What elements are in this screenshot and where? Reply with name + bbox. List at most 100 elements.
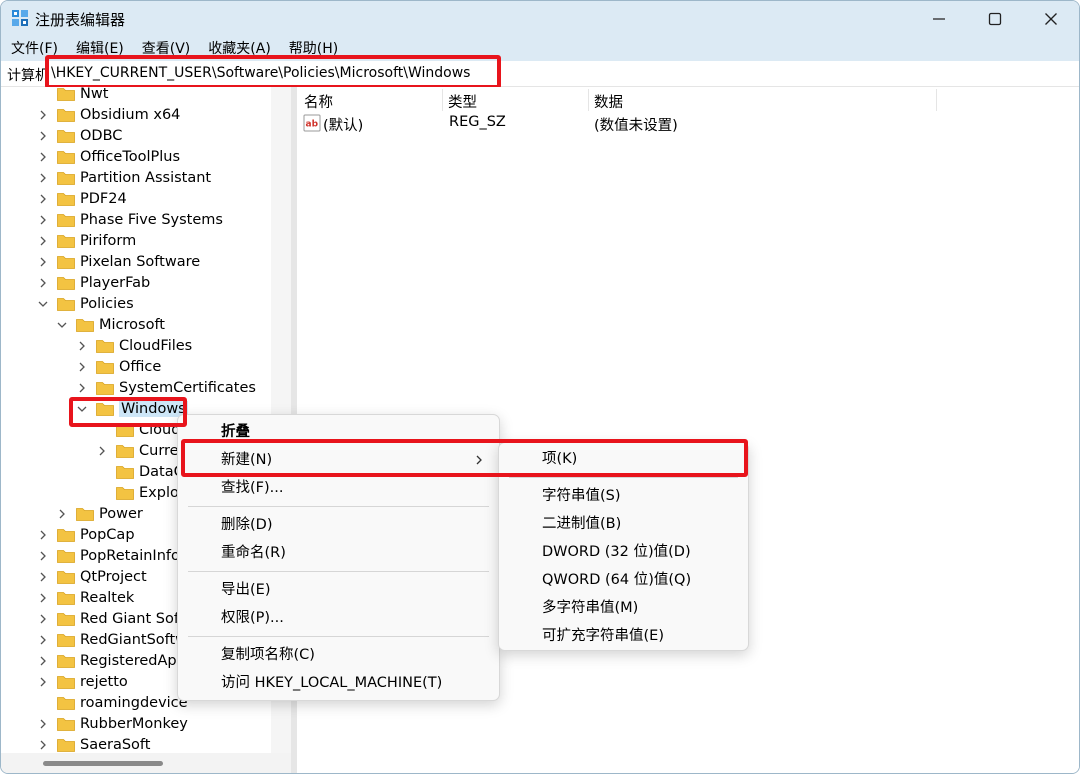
close-button[interactable] bbox=[1023, 1, 1079, 37]
menu-view[interactable]: 查看(V) bbox=[142, 37, 191, 61]
context-menu-item[interactable]: 访问 HKEY_LOCAL_MACHINE(T) bbox=[178, 669, 499, 697]
tree-item[interactable]: DataC bbox=[96, 461, 184, 482]
column-header-data[interactable]: 数据 bbox=[594, 91, 623, 112]
tree-item[interactable]: SaeraSoft bbox=[37, 734, 150, 753]
tree-item[interactable]: Currer bbox=[96, 440, 185, 461]
tree-item[interactable]: RegisteredApp bbox=[37, 650, 186, 671]
tree-item[interactable]: RubberMonkey bbox=[37, 713, 188, 734]
tree-item[interactable]: Piriform bbox=[37, 230, 136, 251]
tree-item[interactable]: PDF24 bbox=[37, 188, 127, 209]
context-menu-item[interactable]: 权限(P)... bbox=[178, 604, 499, 632]
chevron-down-icon[interactable] bbox=[56, 314, 68, 335]
tree-item[interactable]: PlayerFab bbox=[37, 272, 150, 293]
menu-favorites[interactable]: 收藏夹(A) bbox=[208, 37, 271, 61]
chevron-right-icon[interactable] bbox=[37, 671, 49, 692]
tree-item[interactable]: Red Giant Softw bbox=[37, 608, 196, 629]
tree-item[interactable]: Phase Five Systems bbox=[37, 209, 223, 230]
chevron-right-icon[interactable] bbox=[76, 356, 88, 377]
maximize-button[interactable] bbox=[967, 1, 1023, 37]
column-divider[interactable] bbox=[588, 89, 589, 111]
tree-item[interactable]: Realtek bbox=[37, 587, 134, 608]
chevron-right-icon[interactable] bbox=[76, 377, 88, 398]
tree-item[interactable]: Windows bbox=[76, 398, 188, 419]
submenu-item[interactable]: DWORD (32 位)值(D) bbox=[499, 538, 748, 566]
chevron-right-icon[interactable] bbox=[37, 587, 49, 608]
tree-item[interactable]: roamingdevice bbox=[37, 692, 188, 713]
tree-item[interactable]: Office bbox=[76, 356, 161, 377]
chevron-right-icon[interactable] bbox=[37, 230, 49, 251]
tree-item[interactable]: rejetto bbox=[37, 671, 128, 692]
window-title: 注册表编辑器 bbox=[35, 11, 126, 29]
chevron-right-icon[interactable] bbox=[37, 734, 49, 753]
column-header-type[interactable]: 类型 bbox=[448, 91, 477, 112]
tree-item-label: ODBC bbox=[80, 127, 123, 144]
submenu-item[interactable]: QWORD (64 位)值(Q) bbox=[499, 566, 748, 594]
context-menu-item[interactable]: 导出(E) bbox=[178, 576, 499, 604]
tree-horizontal-scrollbar[interactable] bbox=[1, 753, 291, 773]
chevron-right-icon[interactable] bbox=[37, 608, 49, 629]
chevron-right-icon[interactable] bbox=[37, 146, 49, 167]
tree-item[interactable]: CloudFiles bbox=[76, 335, 192, 356]
menu-edit[interactable]: 编辑(E) bbox=[76, 37, 124, 61]
column-divider[interactable] bbox=[936, 89, 937, 111]
chevron-right-icon[interactable] bbox=[37, 524, 49, 545]
tree-item[interactable]: SystemCertificates bbox=[76, 377, 256, 398]
tree-item-label: Microsoft bbox=[99, 316, 165, 333]
chevron-down-icon[interactable] bbox=[37, 293, 49, 314]
tree-item-label: SystemCertificates bbox=[119, 379, 256, 396]
submenu-item[interactable]: 可扩充字符串值(E) bbox=[499, 622, 748, 650]
tree-item[interactable]: Policies bbox=[37, 293, 134, 314]
chevron-right-icon[interactable] bbox=[37, 209, 49, 230]
chevron-right-icon[interactable] bbox=[37, 566, 49, 587]
tree-item[interactable]: Partition Assistant bbox=[37, 167, 211, 188]
context-menu-item[interactable]: 删除(D) bbox=[178, 511, 499, 539]
chevron-right-icon[interactable] bbox=[37, 713, 49, 734]
chevron-right-icon[interactable] bbox=[76, 335, 88, 356]
value-name[interactable]: (默认) bbox=[323, 114, 363, 135]
menu-help[interactable]: 帮助(H) bbox=[289, 37, 338, 61]
tree-item[interactable]: Pixelan Software bbox=[37, 251, 200, 272]
submenu-item[interactable]: 项(K) bbox=[499, 445, 748, 473]
chevron-right-icon[interactable] bbox=[37, 251, 49, 272]
scrollbar-thumb[interactable] bbox=[43, 761, 163, 766]
context-menu-item[interactable]: 查找(F)... bbox=[178, 474, 499, 502]
context-menu-item[interactable]: 复制项名称(C) bbox=[178, 641, 499, 669]
tree-item[interactable]: Power bbox=[56, 503, 143, 524]
tree-item[interactable]: OfficeToolPlus bbox=[37, 146, 180, 167]
menu-file[interactable]: 文件(F) bbox=[11, 37, 58, 61]
column-divider[interactable] bbox=[442, 89, 443, 111]
column-header-name[interactable]: 名称 bbox=[304, 91, 333, 112]
chevron-right-icon[interactable] bbox=[96, 440, 108, 461]
context-menu-item[interactable]: 折叠 bbox=[178, 418, 499, 446]
submenu-item[interactable]: 多字符串值(M) bbox=[499, 594, 748, 622]
tree-item[interactable]: QtProject bbox=[37, 566, 147, 587]
title-bar[interactable]: 注册表编辑器 bbox=[1, 1, 1079, 37]
chevron-right-icon[interactable] bbox=[37, 104, 49, 125]
tree-item[interactable]: PopCap bbox=[37, 524, 135, 545]
chevron-right-icon[interactable] bbox=[37, 545, 49, 566]
context-menu-item[interactable]: 新建(N) bbox=[178, 446, 499, 474]
chevron-right-icon[interactable] bbox=[37, 188, 49, 209]
address-bar[interactable]: 计算机 \HKEY_CURRENT_USER\Software\Policies… bbox=[1, 61, 1079, 87]
chevron-right-icon[interactable] bbox=[56, 503, 68, 524]
tree-item[interactable]: Obsidium x64 bbox=[37, 104, 180, 125]
tree-item[interactable]: ODBC bbox=[37, 125, 122, 146]
chevron-right-icon[interactable] bbox=[37, 629, 49, 650]
tree-item-label: RegisteredApp bbox=[80, 652, 186, 669]
minimize-button[interactable] bbox=[911, 1, 967, 37]
tree-item[interactable]: Explor bbox=[96, 482, 185, 503]
submenu-item[interactable]: 二进制值(B) bbox=[499, 510, 748, 538]
tree-item[interactable]: PopRetainInfo bbox=[37, 545, 180, 566]
address-path[interactable]: \HKEY_CURRENT_USER\Software\Policies\Mic… bbox=[51, 65, 470, 81]
tree-item[interactable]: Microsoft bbox=[56, 314, 165, 335]
submenu-item[interactable]: 字符串值(S) bbox=[499, 482, 748, 510]
chevron-right-icon[interactable] bbox=[37, 125, 49, 146]
context-menu-item-label: 导出(E) bbox=[221, 582, 271, 598]
chevron-right-icon[interactable] bbox=[37, 650, 49, 671]
chevron-down-icon[interactable] bbox=[76, 398, 88, 419]
chevron-right-icon[interactable] bbox=[37, 272, 49, 293]
tree-item[interactable]: RedGiantSoftw bbox=[37, 629, 187, 650]
context-menu-item[interactable]: 重命名(R) bbox=[178, 539, 499, 567]
chevron-right-icon[interactable] bbox=[37, 167, 49, 188]
tree-item[interactable]: Nwt bbox=[37, 87, 108, 104]
